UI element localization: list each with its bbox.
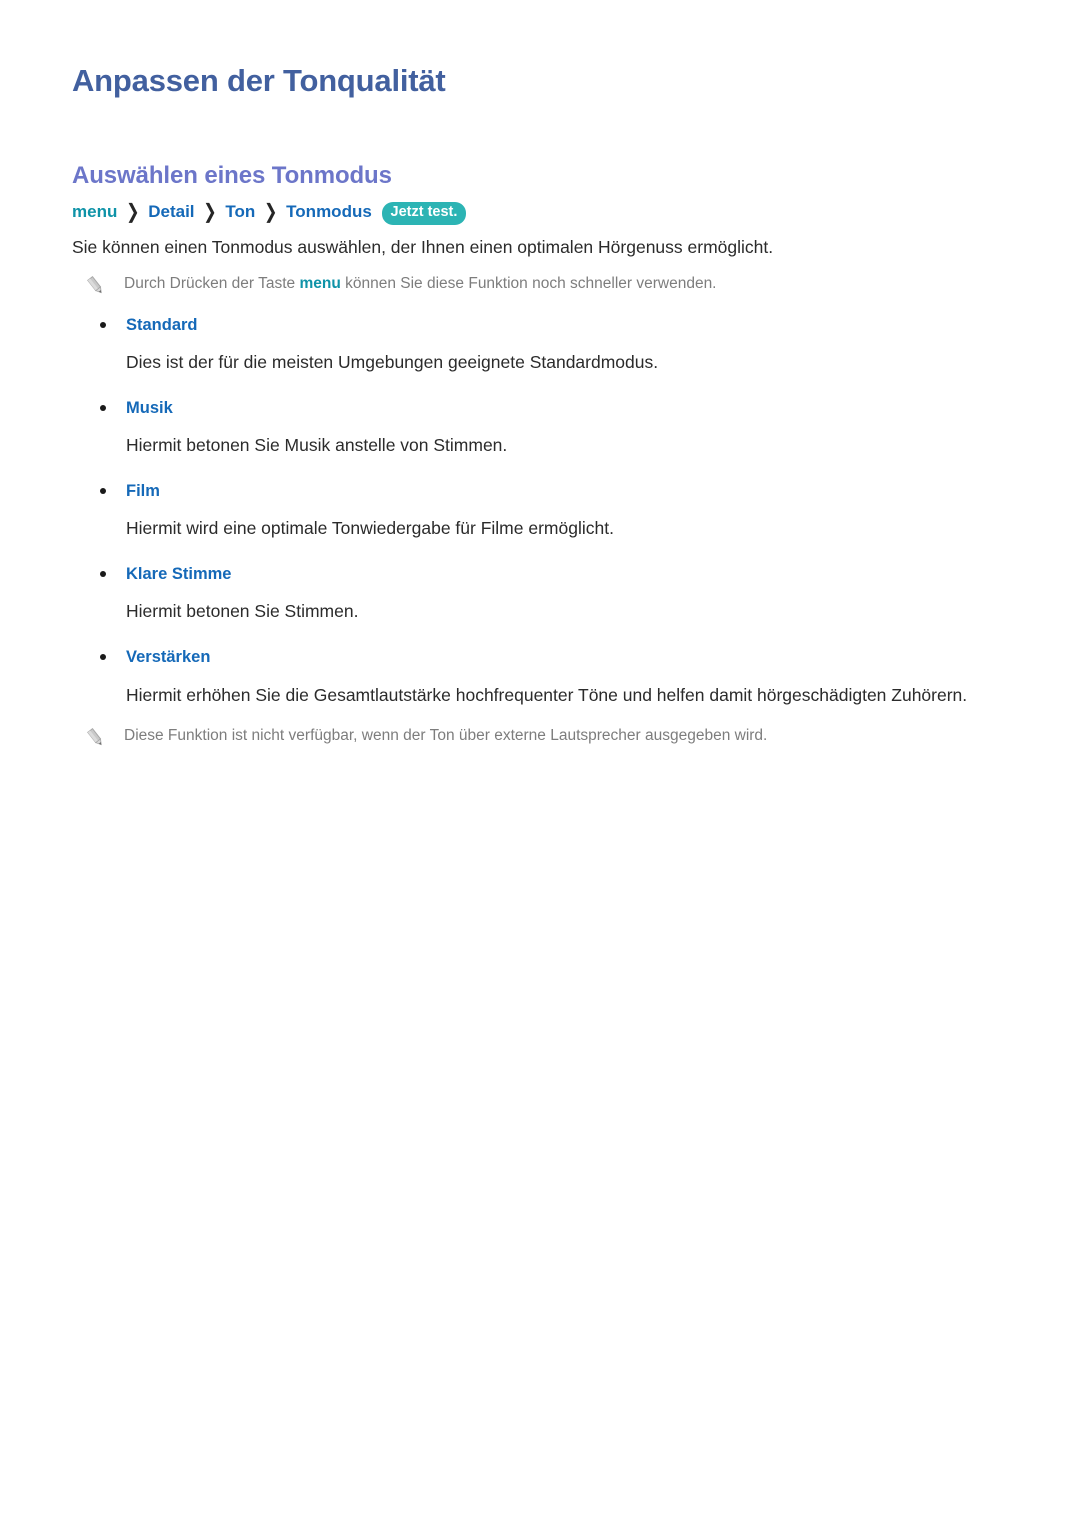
note-top: Durch Drücken der Taste menu können Sie …: [72, 272, 1008, 297]
bullet-icon: [100, 571, 106, 578]
chevron-right-icon: ❯: [203, 201, 217, 224]
mode-heading: Film: [72, 481, 1008, 502]
bullet-icon: [100, 488, 106, 495]
list-item: Klare Stimme Hiermit betonen Sie Stimmen…: [72, 564, 1008, 625]
mode-name: Verstärken: [126, 648, 211, 667]
note-bottom: Diese Funktion ist nicht verfügbar, wenn…: [72, 724, 1008, 749]
mode-name: Klare Stimme: [126, 565, 232, 584]
breadcrumb-item-menu[interactable]: menu: [72, 202, 117, 221]
bullet-icon: [100, 654, 106, 661]
mode-description: Hiermit betonen Sie Stimmen.: [126, 601, 359, 622]
chevron-right-icon: ❯: [264, 201, 278, 224]
mode-name: Film: [126, 482, 160, 501]
page-title: Anpassen der Tonqualität: [72, 63, 446, 98]
chevron-right-icon: ❯: [126, 201, 140, 224]
mode-heading: Musik: [72, 398, 1008, 419]
breadcrumb: menu ❯ Detail ❯ Ton ❯ Tonmodus Jetzt tes…: [72, 201, 1008, 225]
bullet-icon: [100, 321, 106, 328]
mode-description: Hiermit wird eine optimale Tonwiedergabe…: [126, 518, 614, 539]
note-top-text: Durch Drücken der Taste menu können Sie …: [124, 272, 717, 295]
list-item: Verstärken Hiermit erhöhen Sie die Gesam…: [72, 647, 1008, 708]
mode-description: Dies ist der für die meisten Umgebungen …: [126, 352, 659, 373]
mode-heading: Standard: [72, 315, 1008, 336]
mode-heading: Verstärken: [72, 647, 1008, 668]
lead-paragraph: Sie können einen Tonmodus auswählen, der…: [72, 236, 774, 257]
list-item: Standard Dies ist der für die meisten Um…: [72, 315, 1008, 376]
mode-description: Hiermit betonen Sie Musik anstelle von S…: [126, 435, 508, 456]
pencil-icon: [86, 275, 106, 297]
list-item: Musik Hiermit betonen Sie Musik anstelle…: [72, 398, 1008, 459]
sound-mode-list: Standard Dies ist der für die meisten Um…: [72, 315, 1008, 708]
note-top-keyword: menu: [299, 274, 341, 292]
note-top-after: können Sie diese Funktion noch schneller…: [340, 274, 717, 292]
mode-description: Hiermit erhöhen Sie die Gesamtlautstärke…: [126, 684, 968, 705]
note-top-before: Durch Drücken der Taste: [124, 274, 300, 292]
bullet-icon: [100, 404, 106, 411]
breadcrumb-item-detail[interactable]: Detail: [148, 202, 194, 221]
section-heading: Auswählen eines Tonmodus: [72, 162, 392, 190]
list-item: Film Hiermit wird eine optimale Tonwiede…: [72, 481, 1008, 542]
try-now-badge[interactable]: Jetzt test.: [381, 202, 467, 225]
mode-name: Musik: [126, 398, 173, 417]
breadcrumb-item-tonmodus[interactable]: Tonmodus: [286, 202, 372, 221]
note-bottom-text: Diese Funktion ist nicht verfügbar, wenn…: [124, 727, 768, 745]
document-page: Anpassen der Tonqualität Auswählen eines…: [0, 0, 1080, 1527]
pencil-icon: [86, 727, 106, 749]
mode-heading: Klare Stimme: [72, 564, 1008, 585]
breadcrumb-item-ton[interactable]: Ton: [225, 202, 255, 221]
mode-name: Standard: [126, 315, 198, 334]
